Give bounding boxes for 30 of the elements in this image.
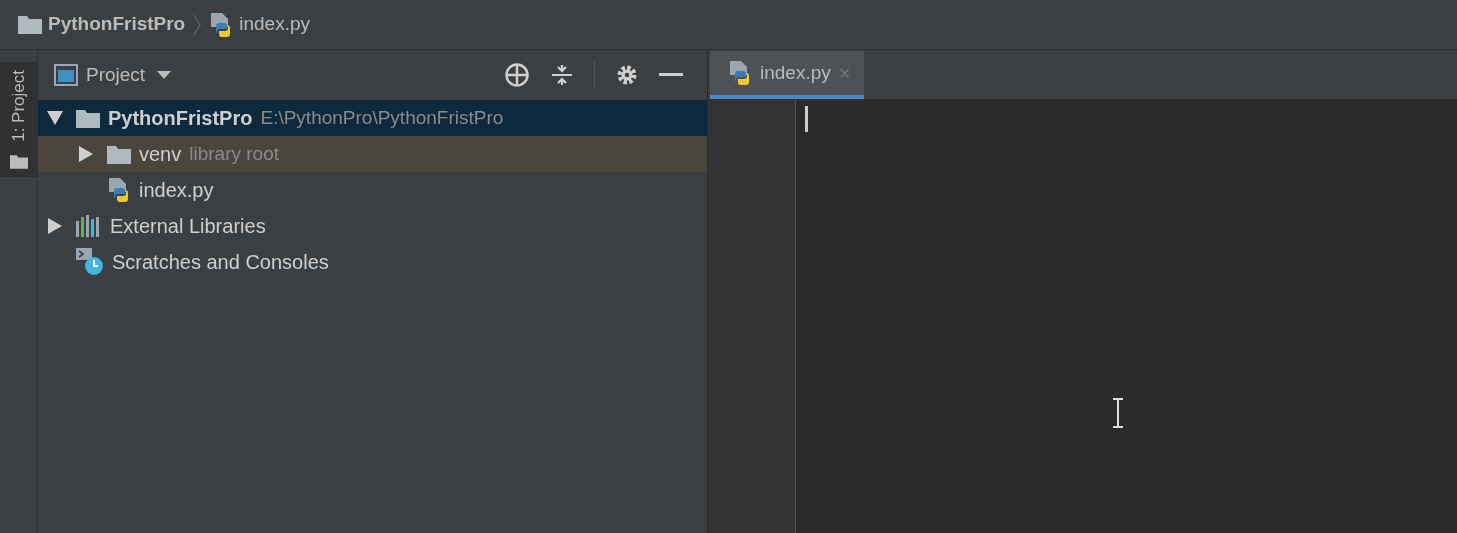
breadcrumb-item[interactable]: index.py (239, 10, 310, 39)
tree-row[interactable]: PythonFristPro E:\PythonPro\PythonFristPro (38, 100, 707, 136)
dropdown-icon (157, 71, 172, 79)
collapse-all-icon[interactable] (550, 63, 574, 87)
locate-icon[interactable] (504, 62, 530, 88)
folder-icon (107, 144, 131, 164)
collapsed-arrow-icon[interactable] (77, 145, 95, 163)
breadcrumb-item[interactable]: PythonFristPro (48, 10, 186, 39)
tree-row[interactable]: Scratches and Consoles (38, 244, 707, 280)
python-file-icon (728, 61, 752, 85)
folder-icon (9, 153, 28, 169)
settings-icon[interactable] (615, 63, 639, 87)
minimize-icon[interactable] (659, 73, 683, 77)
window-icon (54, 64, 78, 86)
folder-icon (18, 15, 42, 34)
tree-row[interactable]: venv library root (38, 136, 707, 172)
chevron-icon (193, 13, 202, 36)
collapsed-arrow-icon[interactable] (46, 217, 64, 235)
text-caret (805, 106, 808, 132)
expanded-arrow-icon[interactable] (46, 111, 64, 125)
tree-row[interactable]: index.py (38, 172, 707, 208)
scratches-icon (76, 248, 104, 276)
folder-icon (76, 108, 100, 128)
view-selector[interactable]: Project (54, 60, 172, 90)
libraries-icon (76, 215, 102, 237)
tool-window-tab[interactable]: 1: Project (0, 62, 37, 177)
text-cursor-icon (1111, 398, 1125, 428)
editor-tab[interactable]: index.py × (710, 51, 865, 99)
tree-row[interactable]: External Libraries (38, 208, 707, 244)
python-file-icon (107, 178, 131, 202)
